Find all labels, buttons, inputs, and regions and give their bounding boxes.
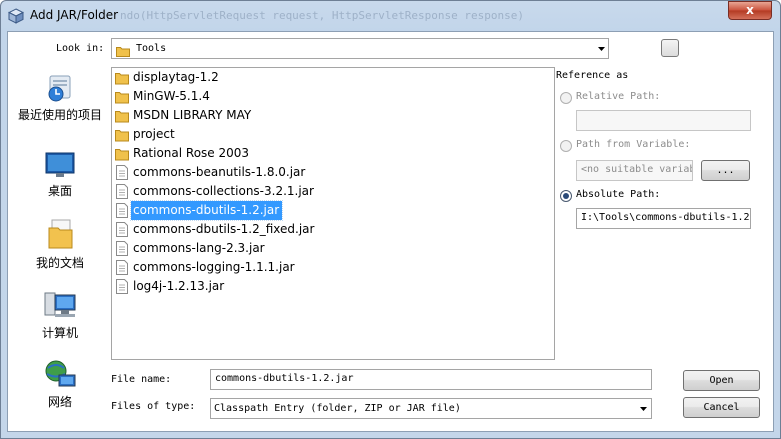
network-icon [45, 360, 76, 387]
computer-icon [44, 292, 76, 317]
file-icon [115, 222, 129, 237]
close-button[interactable]: x [728, 1, 772, 20]
place-label: 桌面 [47, 184, 72, 198]
place-network[interactable]: 网络 [18, 359, 102, 410]
file-name: MinGW-5.1.4 [133, 89, 210, 103]
place-label: 我的文档 [35, 256, 84, 270]
absolute-path-field[interactable]: I:\Tools\commons-dbutils-1.2.jar [576, 208, 751, 229]
file-icon [115, 165, 129, 180]
my-documents-icon [48, 219, 73, 249]
file-name: commons-dbutils-1.2_fixed.jar [133, 222, 315, 236]
path-from-variable-label: Path from Variable: [576, 139, 691, 150]
folder-icon [116, 42, 130, 57]
background-ghost-text: ndo(HttpServletRequest request, HttpServ… [120, 9, 524, 22]
folder-icon [115, 108, 129, 123]
place-recent[interactable]: 最近使用的项目 [18, 72, 102, 123]
title-bar[interactable]: Add JAR/Folder ndo(HttpServletRequest re… [0, 0, 781, 32]
folder-icon [115, 146, 129, 161]
option-checkbox[interactable] [661, 39, 679, 57]
chevron-down-icon[interactable] [636, 398, 652, 419]
desktop-icon [45, 152, 75, 177]
file-name: log4j-1.2.13.jar [133, 279, 225, 293]
files-of-type-value: Classpath Entry (folder, ZIP or JAR file… [214, 403, 461, 414]
browse-variable-button[interactable]: ... [701, 160, 750, 181]
file-icon [115, 279, 129, 294]
java-cube-icon [7, 8, 25, 24]
file-name: displaytag-1.2 [133, 70, 219, 84]
file-name: commons-lang-2.3.jar [133, 241, 265, 255]
relative-path-label: Relative Path: [576, 91, 661, 102]
window-title: Add JAR/Folder [30, 8, 119, 22]
file-name-input[interactable]: commons-dbutils-1.2.jar [210, 369, 652, 390]
file-name: commons-dbutils-1.2.jar [129, 200, 284, 221]
file-icon [115, 241, 129, 256]
file-name: Rational Rose 2003 [133, 146, 250, 160]
relative-path-radio[interactable] [560, 92, 572, 104]
place-computer[interactable]: 计算机 [18, 290, 102, 341]
file-name: commons-beanutils-1.8.0.jar [133, 165, 306, 179]
folder-icon [115, 70, 129, 85]
file-name-label: File name: [111, 374, 172, 385]
absolute-path-label: Absolute Path: [576, 189, 661, 200]
file-icon [115, 184, 129, 199]
place-label: 计算机 [41, 326, 78, 340]
file-name: commons-logging-1.1.1.jar [133, 260, 295, 274]
folder-icon [115, 89, 129, 104]
files-of-type-label: Files of type: [111, 401, 196, 412]
place-label: 最近使用的项目 [18, 108, 103, 122]
look-in-label: Look in: [56, 43, 105, 54]
file-name: commons-collections-3.2.1.jar [133, 184, 314, 198]
variable-field[interactable]: <no suitable variable> [576, 160, 693, 181]
file-icon [115, 203, 129, 218]
place-desktop[interactable]: 桌面 [18, 150, 102, 199]
close-icon: x [746, 3, 754, 17]
file-name: MSDN LIBRARY MAY [133, 108, 252, 122]
look-in-value: Tools [136, 43, 167, 54]
relative-path-field[interactable] [576, 110, 751, 131]
reference-as-title: Reference as [556, 70, 629, 81]
cancel-button[interactable]: Cancel [683, 397, 760, 418]
path-from-variable-radio[interactable] [560, 140, 572, 152]
recent-items-icon [48, 75, 71, 102]
file-icon [115, 260, 129, 275]
folder-icon [115, 127, 129, 142]
look-in-dropdown[interactable] [111, 38, 609, 59]
place-documents[interactable]: 我的文档 [18, 218, 102, 271]
chevron-down-icon[interactable] [594, 38, 609, 59]
file-name: project [133, 127, 175, 141]
place-label: 网络 [47, 395, 72, 409]
absolute-path-radio[interactable] [560, 190, 572, 202]
open-button[interactable]: Open [683, 370, 760, 391]
